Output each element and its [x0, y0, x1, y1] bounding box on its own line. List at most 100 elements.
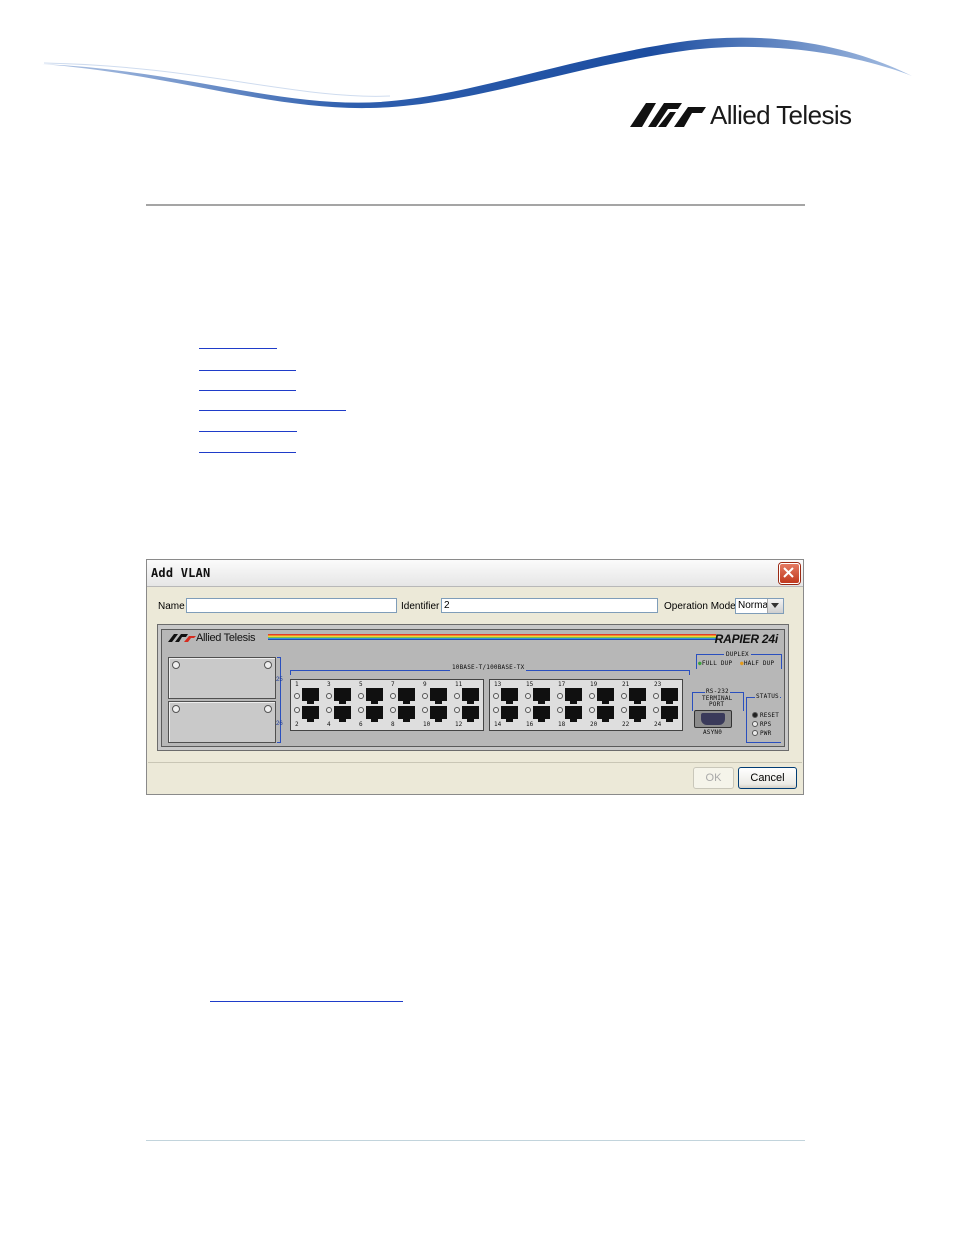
port-led — [557, 707, 563, 713]
ethernet-port[interactable] — [629, 688, 646, 704]
asyn-label: ASYN0 — [703, 729, 723, 736]
port-led — [326, 707, 332, 713]
toc-link-5[interactable] — [199, 431, 297, 432]
port-block-2: 13 14 15 16 17 18 19 20 21 22 23 24 — [489, 679, 683, 731]
port-number: 5 — [359, 681, 363, 688]
port-block-1: 1 2 3 4 5 6 7 8 9 10 11 12 — [290, 679, 484, 731]
dialog-title-bar[interactable]: Add VLAN — [147, 560, 803, 587]
port-number: 16 — [526, 721, 534, 728]
rs232-connector[interactable] — [694, 710, 732, 728]
name-label: Name — [158, 601, 185, 612]
cancel-button[interactable]: Cancel — [738, 767, 797, 789]
half-dup-legend: ●HALF DUP — [740, 660, 775, 667]
close-button[interactable] — [779, 563, 800, 584]
ethernet-port[interactable] — [398, 706, 415, 722]
status-label: STATUS — [755, 693, 780, 700]
screw-icon — [172, 661, 180, 669]
port-number: 13 — [494, 681, 502, 688]
dropdown-button[interactable] — [767, 599, 783, 613]
ethernet-port[interactable] — [629, 706, 646, 722]
ethernet-port[interactable] — [398, 688, 415, 704]
port-led — [653, 707, 659, 713]
toc-link-6[interactable] — [199, 452, 296, 453]
identifier-input[interactable]: 2 — [441, 598, 658, 613]
brand-name: Allied Telesis — [710, 100, 852, 130]
operation-mode-value: Normal — [738, 600, 771, 611]
toc-link-2[interactable] — [199, 370, 296, 371]
dialog-title: Add VLAN — [151, 566, 211, 580]
ethernet-port[interactable] — [597, 688, 614, 704]
ethernet-port[interactable] — [597, 706, 614, 722]
port-led — [390, 693, 396, 699]
port-led — [653, 693, 659, 699]
port-number: 15 — [526, 681, 534, 688]
port-led — [294, 707, 300, 713]
ethernet-port[interactable] — [565, 706, 582, 722]
add-vlan-dialog: Add VLAN Name Identifier 2 Operation Mod… — [146, 559, 804, 795]
ok-button[interactable]: OK — [693, 767, 734, 789]
port-number: 14 — [494, 721, 502, 728]
port-led — [454, 693, 460, 699]
color-stripe — [268, 634, 716, 640]
port-led — [589, 693, 595, 699]
allied-telesis-mark-icon — [630, 103, 706, 127]
slot-number-26: 26 — [276, 721, 283, 727]
port-number: 6 — [359, 721, 363, 728]
chevron-down-icon — [771, 603, 779, 608]
ethernet-port[interactable] — [366, 706, 383, 722]
operation-mode-select[interactable]: Normal — [735, 598, 784, 614]
rs232-label: RS-232 — [705, 688, 730, 695]
port-led — [525, 693, 531, 699]
port-number: 18 — [558, 721, 566, 728]
full-dup-legend: ●FULL DUP — [698, 660, 733, 667]
ethernet-port[interactable] — [565, 688, 582, 704]
ethernet-port[interactable] — [430, 706, 447, 722]
port-number: 24 — [654, 721, 662, 728]
footer-divider — [146, 1140, 805, 1141]
port-number: 21 — [622, 681, 630, 688]
ethernet-port[interactable] — [462, 688, 479, 704]
ethernet-port[interactable] — [334, 706, 351, 722]
toc-link-4[interactable] — [199, 410, 346, 411]
port-number: 7 — [391, 681, 395, 688]
ethernet-port[interactable] — [501, 688, 518, 704]
status-reset-label: RESET — [760, 712, 780, 719]
port-led — [621, 707, 627, 713]
ethernet-port[interactable] — [302, 688, 319, 704]
pwr-led — [752, 730, 758, 736]
expansion-slot-26[interactable] — [168, 701, 276, 743]
switch-front-panel: Allied Telesis RAPIER 24i 25 26 10BASE-T… — [157, 624, 789, 751]
port-led — [525, 707, 531, 713]
ethernet-port[interactable] — [501, 706, 518, 722]
dialog-separator — [148, 762, 802, 763]
half-dup-label: HALF DUP — [743, 660, 775, 667]
toc-link-3[interactable] — [199, 390, 296, 391]
port-number: 23 — [654, 681, 662, 688]
port-number: 4 — [327, 721, 331, 728]
ethernet-port[interactable] — [533, 688, 550, 704]
ethernet-port[interactable] — [533, 706, 550, 722]
identifier-label: Identifier — [401, 601, 440, 612]
expansion-slot-25[interactable] — [168, 657, 276, 699]
footer-link[interactable] — [210, 1001, 403, 1002]
ethernet-port[interactable] — [661, 688, 678, 704]
port-number: 8 — [391, 721, 395, 728]
ethernet-port[interactable] — [302, 706, 319, 722]
port-label: PORT — [709, 701, 725, 708]
name-input[interactable] — [186, 598, 397, 613]
port-number: 19 — [590, 681, 598, 688]
port-number: 9 — [423, 681, 427, 688]
ethernet-port[interactable] — [366, 688, 383, 704]
ports-label: 10BASE-T/100BASE-TX — [450, 664, 527, 671]
device-brand-text: Allied Telesis — [196, 632, 256, 644]
ethernet-port[interactable] — [334, 688, 351, 704]
port-number: 10 — [423, 721, 431, 728]
port-led — [358, 693, 364, 699]
ethernet-port[interactable] — [430, 688, 447, 704]
port-led — [326, 693, 332, 699]
ethernet-port[interactable] — [462, 706, 479, 722]
header-divider — [146, 204, 805, 206]
toc-link-1[interactable] — [199, 348, 277, 349]
ethernet-port[interactable] — [661, 706, 678, 722]
brand-logo: Allied Telesis — [630, 100, 865, 134]
